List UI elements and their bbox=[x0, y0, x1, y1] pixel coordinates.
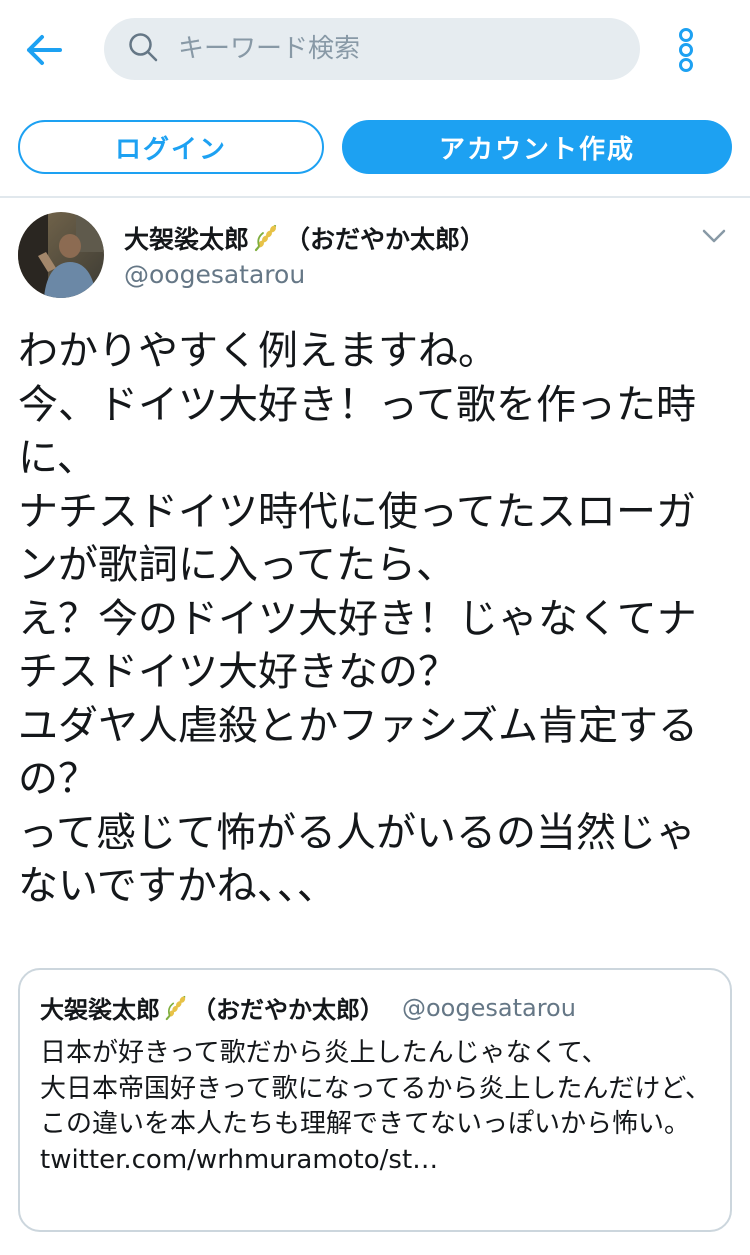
quoted-display-name: 大袈裟太郎 bbox=[40, 996, 160, 1024]
top-bar bbox=[0, 0, 750, 100]
author-name[interactable]: 大袈裟太郎 （おだやか太郎） bbox=[124, 220, 485, 256]
chevron-down-icon[interactable] bbox=[700, 222, 728, 250]
avatar[interactable] bbox=[18, 212, 104, 298]
search-icon bbox=[128, 32, 158, 66]
more-vertical-icon[interactable] bbox=[664, 24, 708, 76]
search-bar[interactable] bbox=[104, 18, 640, 80]
login-button[interactable]: ログイン bbox=[18, 120, 324, 174]
tweet-text: わかりやすく例えますね。 今、ドイツ大好き！って歌を作った時に、 ナチスドイツ時… bbox=[18, 328, 698, 909]
rice-plant-icon bbox=[164, 995, 188, 1021]
rice-plant-icon bbox=[253, 224, 279, 252]
search-input[interactable] bbox=[176, 33, 600, 65]
create-account-button[interactable]: アカウント作成 bbox=[342, 120, 732, 174]
display-name-suffix: （おだやか太郎） bbox=[285, 225, 486, 254]
back-arrow-icon[interactable] bbox=[20, 28, 68, 72]
quoted-handle: @oogesatarou bbox=[402, 993, 576, 1022]
quoted-tweet-text: 日本が好きって歌だから炎上したんじゃなくて、 大日本帝国好きって歌になってるから… bbox=[40, 1038, 712, 1175]
quoted-display-name-suffix: （おだやか太郎） bbox=[192, 996, 384, 1024]
display-name: 大袈裟太郎 bbox=[124, 225, 250, 254]
quoted-tweet-header: 大袈裟太郎 （おだやか太郎） @oogesatarou bbox=[40, 990, 576, 1025]
quoted-tweet[interactable]: 大袈裟太郎 （おだやか太郎） @oogesatarou 日本が好きって歌だから炎… bbox=[18, 968, 732, 1232]
divider bbox=[0, 196, 750, 198]
author-handle[interactable]: @oogesatarou bbox=[124, 260, 305, 289]
